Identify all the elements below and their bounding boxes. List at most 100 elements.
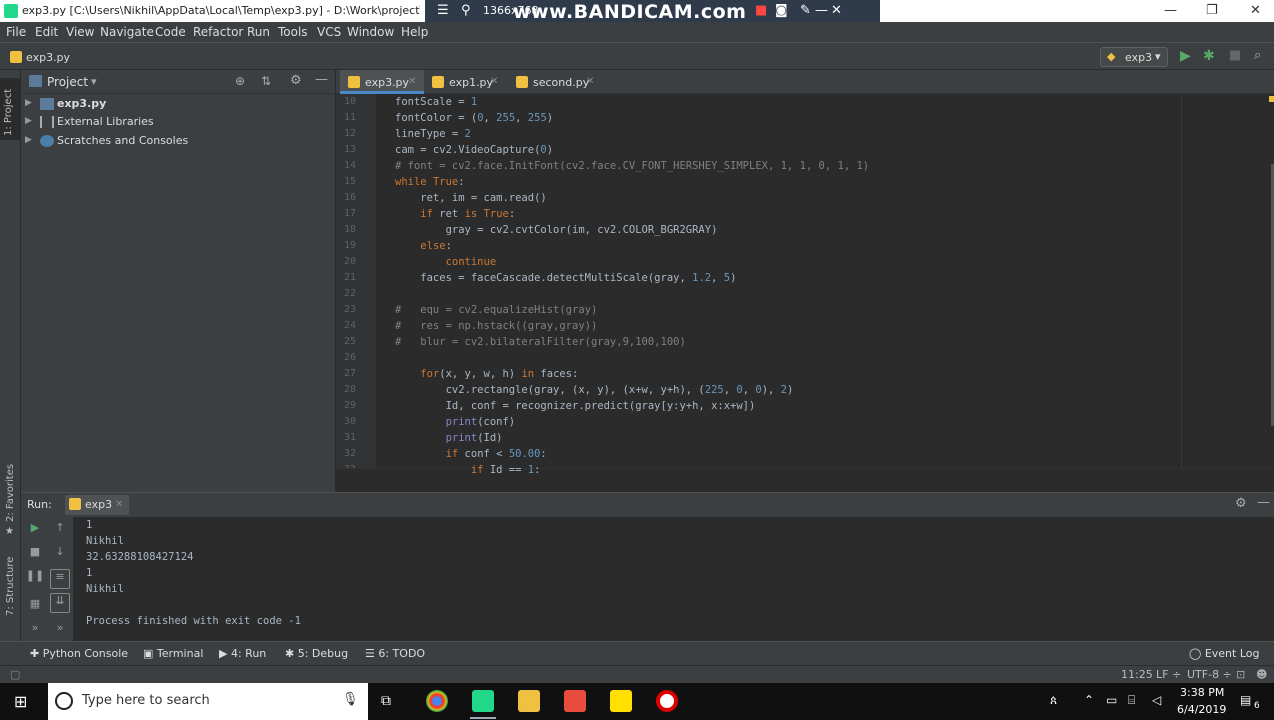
chevron-right-icon[interactable]: ▶ (25, 135, 32, 145)
pycharm-icon[interactable] (472, 690, 494, 712)
clock-time[interactable]: 3:38 PM (1180, 686, 1224, 699)
line-separator[interactable]: LF ÷ (1156, 668, 1181, 681)
rerun-icon[interactable]: ▶ (25, 521, 45, 541)
close-tab-icon[interactable]: ✕ (586, 76, 594, 87)
code-line[interactable]: if conf < 50.00: (395, 448, 547, 460)
close-tab-icon[interactable]: ✕ (490, 76, 498, 87)
hide-panel-icon[interactable]: — (1257, 495, 1270, 510)
bandicam-minimize-icon[interactable]: — (815, 3, 828, 18)
tab-todo[interactable]: ☰ 6: TODO (365, 647, 425, 660)
menu-view[interactable]: View (66, 25, 94, 39)
structure-tool-label[interactable]: 7: Structure (5, 557, 16, 616)
chrome-icon[interactable] (426, 690, 448, 712)
tab-exp1[interactable]: exp1.py ✕ (424, 70, 508, 94)
bandicam-record-icon[interactable]: ■ (755, 3, 767, 18)
soft-wrap-icon[interactable]: ≡ (50, 569, 70, 589)
gear-icon[interactable]: ⚙ (1235, 496, 1247, 511)
cursor-position[interactable]: 11:25 (1121, 668, 1153, 681)
inspector-icon[interactable]: ☻ (1256, 668, 1267, 681)
run-configuration-select[interactable]: ◆ exp3 ▾ (1100, 47, 1168, 67)
people-icon[interactable]: ጰ (1050, 693, 1057, 708)
run-icon[interactable]: ▶ (1180, 48, 1191, 64)
code-line[interactable]: # font = cv2.face.InitFont(cv2.face.CV_F… (395, 160, 869, 172)
gear-icon[interactable]: ⚙ (290, 73, 302, 88)
file-explorer-icon[interactable] (518, 690, 540, 712)
windows-start-icon[interactable]: ⊞ (14, 692, 27, 711)
event-log-button[interactable]: ◯ Event Log (1189, 647, 1259, 660)
bandicam-pen-icon[interactable]: ✎ (800, 3, 811, 18)
chevron-right-icon[interactable]: ▶ (25, 98, 32, 108)
code-line[interactable]: # res = np.hstack((gray,gray)) (395, 320, 597, 332)
menu-navigate[interactable]: Navigate (100, 25, 154, 39)
collapse-all-icon[interactable]: ⇅ (261, 74, 271, 88)
bandicam-camera-icon[interactable]: ◙ (775, 3, 788, 18)
project-tool-tab[interactable]: 1: Project (0, 78, 21, 140)
run-tab-exp3[interactable]: exp3 ✕ (65, 495, 129, 515)
close-tab-icon[interactable]: ✕ (408, 76, 416, 87)
code-line[interactable]: gray = cv2.cvtColor(im, cv2.COLOR_BGR2GR… (395, 224, 718, 236)
anydesk-icon[interactable] (564, 690, 586, 712)
hide-panel-icon[interactable]: — (315, 72, 328, 87)
minimize-button[interactable]: — (1164, 3, 1177, 18)
bandicam-close-icon[interactable]: ✕ (831, 3, 842, 18)
code-line[interactable]: # equ = cv2.equalizeHist(gray) (395, 304, 597, 316)
code-line[interactable]: cam = cv2.VideoCapture(0) (395, 144, 553, 156)
pause-icon[interactable]: ❚❚ (25, 569, 45, 589)
scroll-to-end-icon[interactable]: ⇊ (50, 593, 70, 613)
tree-item-scratches[interactable]: ▶ Scratches and Consoles (21, 132, 335, 150)
code-line[interactable]: cv2.rectangle(gray, (x, y), (x+w, y+h), … (395, 384, 794, 396)
task-view-icon[interactable]: ⧉ (381, 693, 391, 709)
network-icon[interactable]: ⌸ (1128, 693, 1135, 708)
taskbar-search-box[interactable]: Type here to search 🎙 (48, 683, 368, 720)
layout-icon[interactable]: ▦ (25, 597, 45, 617)
code-line[interactable]: lineType = 2 (395, 128, 471, 140)
tree-item-external-libraries[interactable]: ▶ External Libraries (21, 113, 335, 131)
code-line[interactable]: fontScale = 1 (395, 96, 477, 108)
tab-second[interactable]: second.py ✕ (508, 70, 604, 94)
project-view-select[interactable]: Project (47, 75, 88, 89)
code-line[interactable]: # blur = cv2.bilateralFilter(gray,9,100,… (395, 336, 686, 348)
action-center-icon[interactable]: ▤ (1240, 693, 1251, 707)
menu-run[interactable]: Run (247, 25, 270, 39)
clock-date[interactable]: 6/4/2019 (1177, 703, 1226, 716)
code-line[interactable]: Id, conf = recognizer.predict(gray[y:y+h… (395, 400, 756, 412)
code-line[interactable]: print(Id) (395, 432, 503, 444)
menu-edit[interactable]: Edit (35, 25, 58, 39)
favorites-tool-label[interactable]: 2: Favorites (5, 464, 16, 522)
close-button[interactable]: ✕ (1250, 3, 1261, 18)
sticky-notes-icon[interactable] (610, 690, 632, 712)
lock-icon[interactable]: ⊡ (1236, 668, 1245, 681)
code-line[interactable]: print(conf) (395, 416, 516, 428)
code-line[interactable]: ret, im = cam.read() (395, 192, 546, 204)
tree-item-exp3[interactable]: ▶ exp3.py (21, 95, 335, 113)
more-icon[interactable]: » (25, 621, 45, 641)
search-everywhere-icon[interactable]: ⌕ (1254, 48, 1261, 63)
menu-tools[interactable]: Tools (278, 25, 308, 39)
bandicam-pin-icon[interactable]: ⚲ (461, 3, 471, 18)
chevron-down-icon[interactable]: ▾ (91, 75, 97, 88)
code-line[interactable]: while True: (395, 176, 465, 188)
menu-file[interactable]: File (6, 25, 26, 39)
close-tab-icon[interactable]: ✕ (115, 499, 123, 510)
arrow-up-icon[interactable]: ↑ (50, 521, 70, 541)
tab-exp3[interactable]: exp3.py ✕ (340, 70, 424, 94)
menu-code[interactable]: Code (155, 25, 186, 39)
battery-icon[interactable]: ▭ (1106, 693, 1117, 707)
toggle-tool-windows-icon[interactable]: ▢ (10, 668, 20, 681)
code-line[interactable]: for(x, y, w, h) in faces: (395, 368, 578, 380)
chevron-right-icon[interactable]: ▶ (25, 116, 32, 126)
stop-icon[interactable]: ■ (1229, 48, 1241, 63)
bandicam-app-icon[interactable] (656, 690, 678, 712)
code-line[interactable]: if ret is True: (395, 208, 515, 220)
code-line[interactable]: continue (395, 256, 497, 268)
stop-icon[interactable]: ■ (25, 545, 45, 565)
arrow-down-icon[interactable]: ↓ (50, 545, 70, 565)
file-encoding[interactable]: UTF-8 ÷ (1187, 668, 1232, 681)
menu-window[interactable]: Window (347, 25, 394, 39)
tab-run[interactable]: ▶ 4: Run (219, 647, 266, 660)
warning-marker[interactable] (1269, 96, 1274, 102)
chevron-up-icon[interactable]: ⌃ (1084, 693, 1094, 707)
code-line[interactable]: fontColor = (0, 255, 255) (395, 112, 553, 124)
volume-icon[interactable]: ◁ (1152, 693, 1161, 707)
menu-help[interactable]: Help (401, 25, 428, 39)
